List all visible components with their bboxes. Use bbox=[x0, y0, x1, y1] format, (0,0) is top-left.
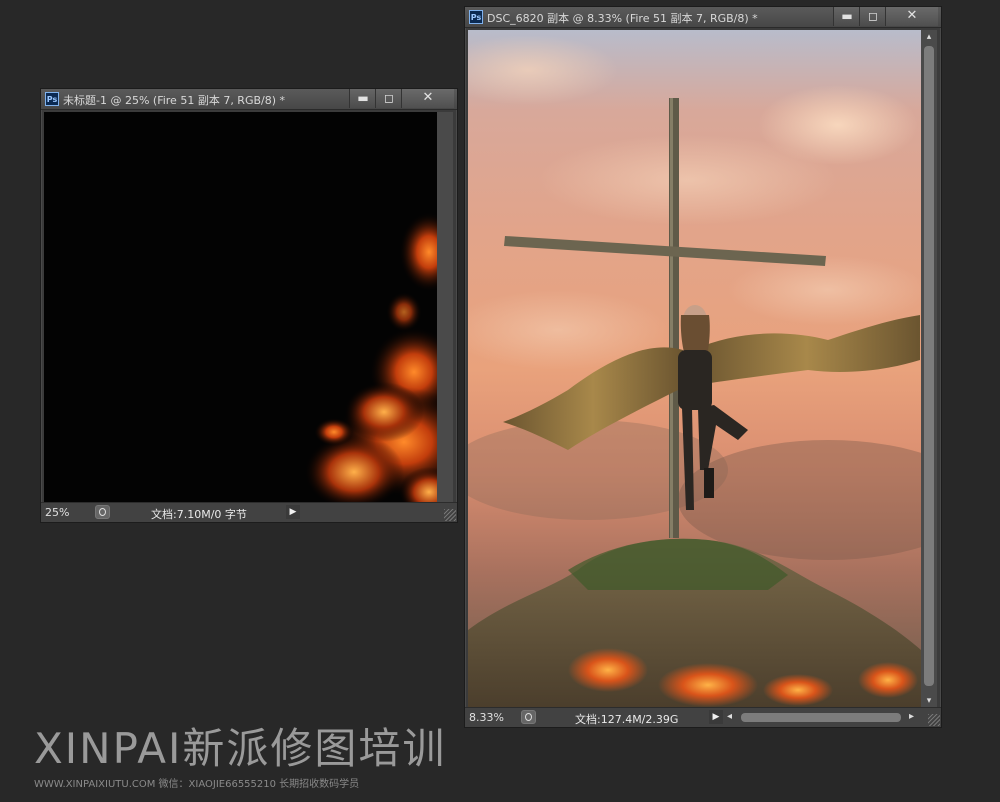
zoom-level[interactable]: 25% bbox=[45, 506, 69, 519]
document-window-dsc6820[interactable]: Ps DSC_6820 副本 @ 8.33% (Fire 51 副本 7, RG… bbox=[464, 6, 942, 728]
status-bar: 8.33% 文档:127.4M/2.39G ▶ ◂ ▸ bbox=[465, 707, 941, 727]
zoom-level[interactable]: 8.33% bbox=[469, 711, 504, 724]
watermark-brand: XINPAI新派修图培训 bbox=[34, 724, 447, 773]
horizontal-scroll-thumb[interactable] bbox=[741, 713, 901, 722]
minimize-button[interactable]: ▬ bbox=[833, 7, 860, 26]
watermark: XINPAI新派修图培训 WWW.XINPAIXIUTU.COM 微信：XIAO… bbox=[34, 724, 447, 791]
status-bar: 25% 文档:7.10M/0 字节 ▶ bbox=[41, 502, 457, 522]
window-title: 未标题-1 @ 25% (Fire 51 副本 7, RGB/8) * bbox=[63, 94, 286, 107]
minimize-button[interactable]: ▬ bbox=[349, 89, 376, 108]
scroll-up-icon[interactable]: ▴ bbox=[921, 30, 937, 44]
resize-grip-icon[interactable] bbox=[444, 509, 456, 521]
window-title: DSC_6820 副本 @ 8.33% (Fire 51 副本 7, RGB/8… bbox=[487, 12, 758, 25]
resize-grip-icon[interactable] bbox=[928, 714, 940, 726]
fire-image bbox=[304, 212, 437, 504]
document-info: 文档:7.10M/0 字节 bbox=[151, 508, 247, 521]
window-titlebar[interactable]: Ps 未标题-1 @ 25% (Fire 51 副本 7, RGB/8) * ▬… bbox=[41, 89, 457, 110]
scroll-right-icon[interactable]: ▸ bbox=[909, 711, 914, 722]
angel-cross-image bbox=[468, 30, 921, 708]
proof-icon[interactable] bbox=[521, 710, 536, 724]
photoshop-icon: Ps bbox=[45, 92, 59, 106]
scroll-left-icon[interactable]: ◂ bbox=[727, 711, 732, 722]
close-button[interactable]: ✕ bbox=[401, 89, 454, 108]
close-button[interactable]: ✕ bbox=[885, 7, 938, 26]
vertical-scroll-thumb[interactable] bbox=[924, 46, 934, 686]
canvas-fire-layer[interactable] bbox=[44, 112, 437, 504]
watermark-subtitle: WWW.XINPAIXIUTU.COM 微信：XIAOJIE66555210 长… bbox=[34, 779, 360, 790]
maximize-button[interactable]: ◻ bbox=[859, 7, 886, 26]
vertical-scrollbar[interactable]: ▴ ▾ bbox=[921, 30, 937, 708]
proof-icon[interactable] bbox=[95, 505, 110, 519]
vertical-scrollbar[interactable] bbox=[437, 112, 453, 504]
window-titlebar[interactable]: Ps DSC_6820 副本 @ 8.33% (Fire 51 副本 7, RG… bbox=[465, 7, 941, 28]
document-window-untitled[interactable]: Ps 未标题-1 @ 25% (Fire 51 副本 7, RGB/8) * ▬… bbox=[40, 88, 458, 523]
photoshop-icon: Ps bbox=[469, 10, 483, 24]
canvas-composite[interactable] bbox=[468, 30, 921, 708]
status-menu-button[interactable]: ▶ bbox=[709, 710, 723, 724]
document-info: 文档:127.4M/2.39G bbox=[575, 713, 679, 726]
scroll-down-icon[interactable]: ▾ bbox=[921, 694, 937, 708]
maximize-button[interactable]: ◻ bbox=[375, 89, 402, 108]
status-menu-button[interactable]: ▶ bbox=[286, 505, 300, 519]
